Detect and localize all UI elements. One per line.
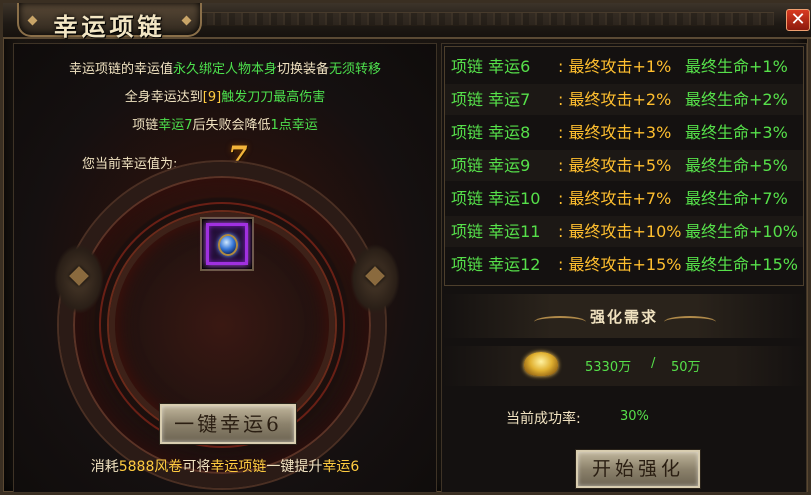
necklace-icon	[218, 234, 238, 256]
luck-table-row: 项链 幸运9 : 最终攻击+5% 最终生命+5%	[445, 150, 803, 181]
gold-required: 50万	[671, 360, 701, 375]
left-panel: 幸运项链的幸运值永久绑定人物本身切换装备无须转移 全身幸运达到[9]触发刀刀最高…	[13, 43, 437, 493]
cost-target: 幸运6	[322, 459, 360, 475]
attack-bonus: : 最终攻击+15%	[558, 255, 682, 274]
success-rate-value: 30%	[620, 409, 649, 424]
cost-amount: 5888风卷	[118, 459, 183, 475]
hp-bonus: 最终生命+15%	[685, 255, 798, 274]
luck-table-row: 项链 幸运6 : 最终攻击+1% 最终生命+1%	[445, 51, 803, 82]
info-highlight: [9]	[202, 90, 222, 105]
luck-level-name: 项链 幸运12	[451, 255, 541, 274]
info-line-2: 全身幸运达到[9]触发刀刀最高伤害	[14, 86, 436, 105]
info-text: 项链	[132, 118, 159, 133]
info-highlight: 幸运7	[158, 118, 193, 133]
luck-level-name: 项链 幸运7	[451, 90, 531, 109]
info-highlight: 无须转移	[329, 62, 382, 77]
hp-bonus: 最终生命+2%	[685, 90, 788, 109]
luck-table-row: 项链 幸运10 : 最终攻击+7% 最终生命+7%	[445, 183, 803, 214]
one-key-cost-text: 消耗5888风卷可将幸运项链一键提升幸运6	[14, 456, 436, 476]
attack-bonus: : 最终攻击+3%	[558, 123, 672, 142]
hp-bonus: 最终生命+5%	[685, 156, 788, 175]
hp-bonus: 最终生命+10%	[685, 222, 798, 241]
right-panel: 项链 幸运6 : 最终攻击+1% 最终生命+1% 项链 幸运7 : 最终攻击+2% 最终生…	[441, 43, 807, 493]
cost-text: 消耗	[90, 459, 119, 475]
cost-text: 可将	[182, 459, 211, 475]
hp-bonus: 最终生命+1%	[685, 57, 788, 76]
attack-bonus: : 最终攻击+10%	[558, 222, 682, 241]
luck-level-name: 项链 幸运11	[451, 222, 541, 241]
ornament-right-icon	[350, 244, 400, 314]
cost-item: 幸运项链	[210, 459, 267, 475]
window-frame: 幸运项链 ✕ 幸运项链的幸运值永久绑定人物本身切换装备无须转移 全身幸运达到[9…	[0, 0, 811, 495]
info-text: 幸运项链的幸运值	[68, 62, 173, 77]
info-line-3: 项链幸运7后失败会降低1点幸运	[14, 114, 436, 133]
success-rate-label: 当前成功率:	[506, 411, 581, 427]
title-plate: 幸运项链	[17, 3, 202, 41]
close-button[interactable]: ✕	[786, 9, 810, 31]
info-text: 全身幸运达到	[124, 90, 203, 105]
luck-level-name: 项链 幸运6	[451, 57, 531, 76]
info-text: 切换装备	[277, 62, 330, 77]
attack-bonus: : 最终攻击+1%	[558, 57, 672, 76]
attack-bonus: : 最终攻击+2%	[558, 90, 672, 109]
requirement-title: 强化需求	[589, 308, 658, 326]
ornament-right-icon	[664, 316, 716, 328]
info-highlight: 永久绑定人物本身	[172, 62, 277, 77]
luck-table-row: 项链 幸运8 : 最终攻击+3% 最终生命+3%	[445, 117, 803, 148]
attack-bonus: : 最终攻击+7%	[558, 189, 672, 208]
luck-level-name: 项链 幸运10	[451, 189, 541, 208]
info-text: 后失败会降低	[192, 118, 271, 133]
luck-table-row: 项链 幸运11 : 最终攻击+10% 最终生命+10%	[445, 216, 803, 247]
gold-owned: 5330万	[585, 360, 632, 375]
info-highlight: 1点幸运	[270, 118, 318, 133]
gold-separator: /	[651, 356, 656, 371]
necklace-item-slot[interactable]	[200, 217, 254, 271]
hp-bonus: 最终生命+7%	[685, 189, 788, 208]
luck-table-row: 项链 幸运12 : 最终攻击+15% 最终生命+15%	[445, 249, 803, 280]
info-highlight: 触发刀刀最高伤害	[221, 90, 326, 105]
one-key-luck-button[interactable]: 一键幸运6	[159, 403, 297, 445]
hp-bonus: 最终生命+3%	[685, 123, 788, 142]
start-enhance-button[interactable]: 开始强化	[575, 449, 701, 489]
luck-bonus-table: 项链 幸运6 : 最终攻击+1% 最终生命+1% 项链 幸运7 : 最终攻击+2% 最终生…	[444, 46, 804, 286]
current-luck-label: 您当前幸运值为:	[82, 157, 178, 172]
attack-bonus: : 最终攻击+5%	[558, 156, 672, 175]
title-bar-ornament	[193, 12, 774, 26]
info-line-1: 幸运项链的幸运值永久绑定人物本身切换装备无须转移	[14, 58, 436, 77]
luck-level-name: 项链 幸运9	[451, 156, 531, 175]
window-title: 幸运项链	[53, 12, 166, 41]
ornament-left-icon	[54, 244, 104, 314]
luck-table-row: 项链 幸运7 : 最终攻击+2% 最终生命+2%	[445, 84, 803, 115]
item-quality-frame	[206, 223, 248, 265]
gold-ingot-icon	[524, 352, 558, 376]
cost-text: 一键提升	[266, 459, 323, 475]
title-bar: 幸运项链 ✕	[3, 3, 811, 41]
luck-level-name: 项链 幸运8	[451, 123, 531, 142]
